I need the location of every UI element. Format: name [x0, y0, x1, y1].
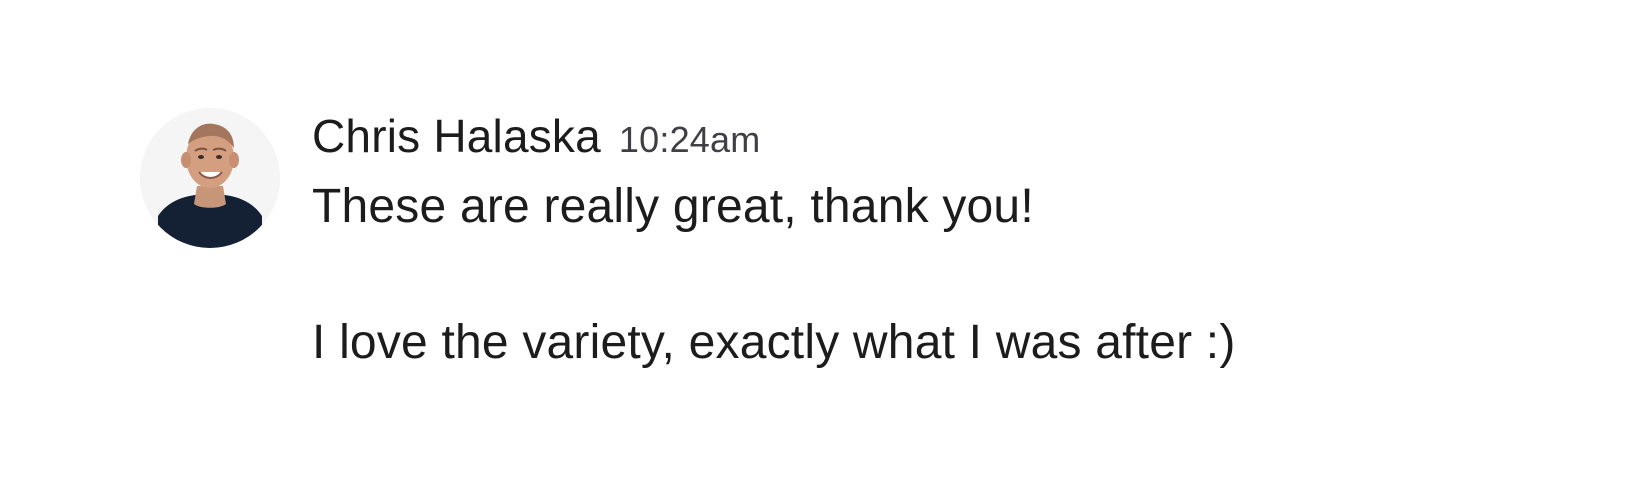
author-name[interactable]: Chris Halaska — [312, 108, 601, 164]
author-avatar[interactable] — [140, 108, 280, 248]
message-header: Chris Halaska 10:24am — [312, 108, 1542, 164]
message-line-1: These are really great, thank you! — [312, 180, 1034, 233]
message-timestamp: 10:24am — [618, 119, 761, 160]
chat-message: Chris Halaska 10:24am These are really g… — [140, 108, 1580, 408]
message-body: These are really great, thank you! I lov… — [312, 179, 1542, 371]
profile-photo-icon — [140, 108, 280, 248]
message-line-2: I love the variety, exactly what I was a… — [312, 316, 1236, 369]
message-content: Chris Halaska 10:24am These are really g… — [312, 108, 1542, 371]
